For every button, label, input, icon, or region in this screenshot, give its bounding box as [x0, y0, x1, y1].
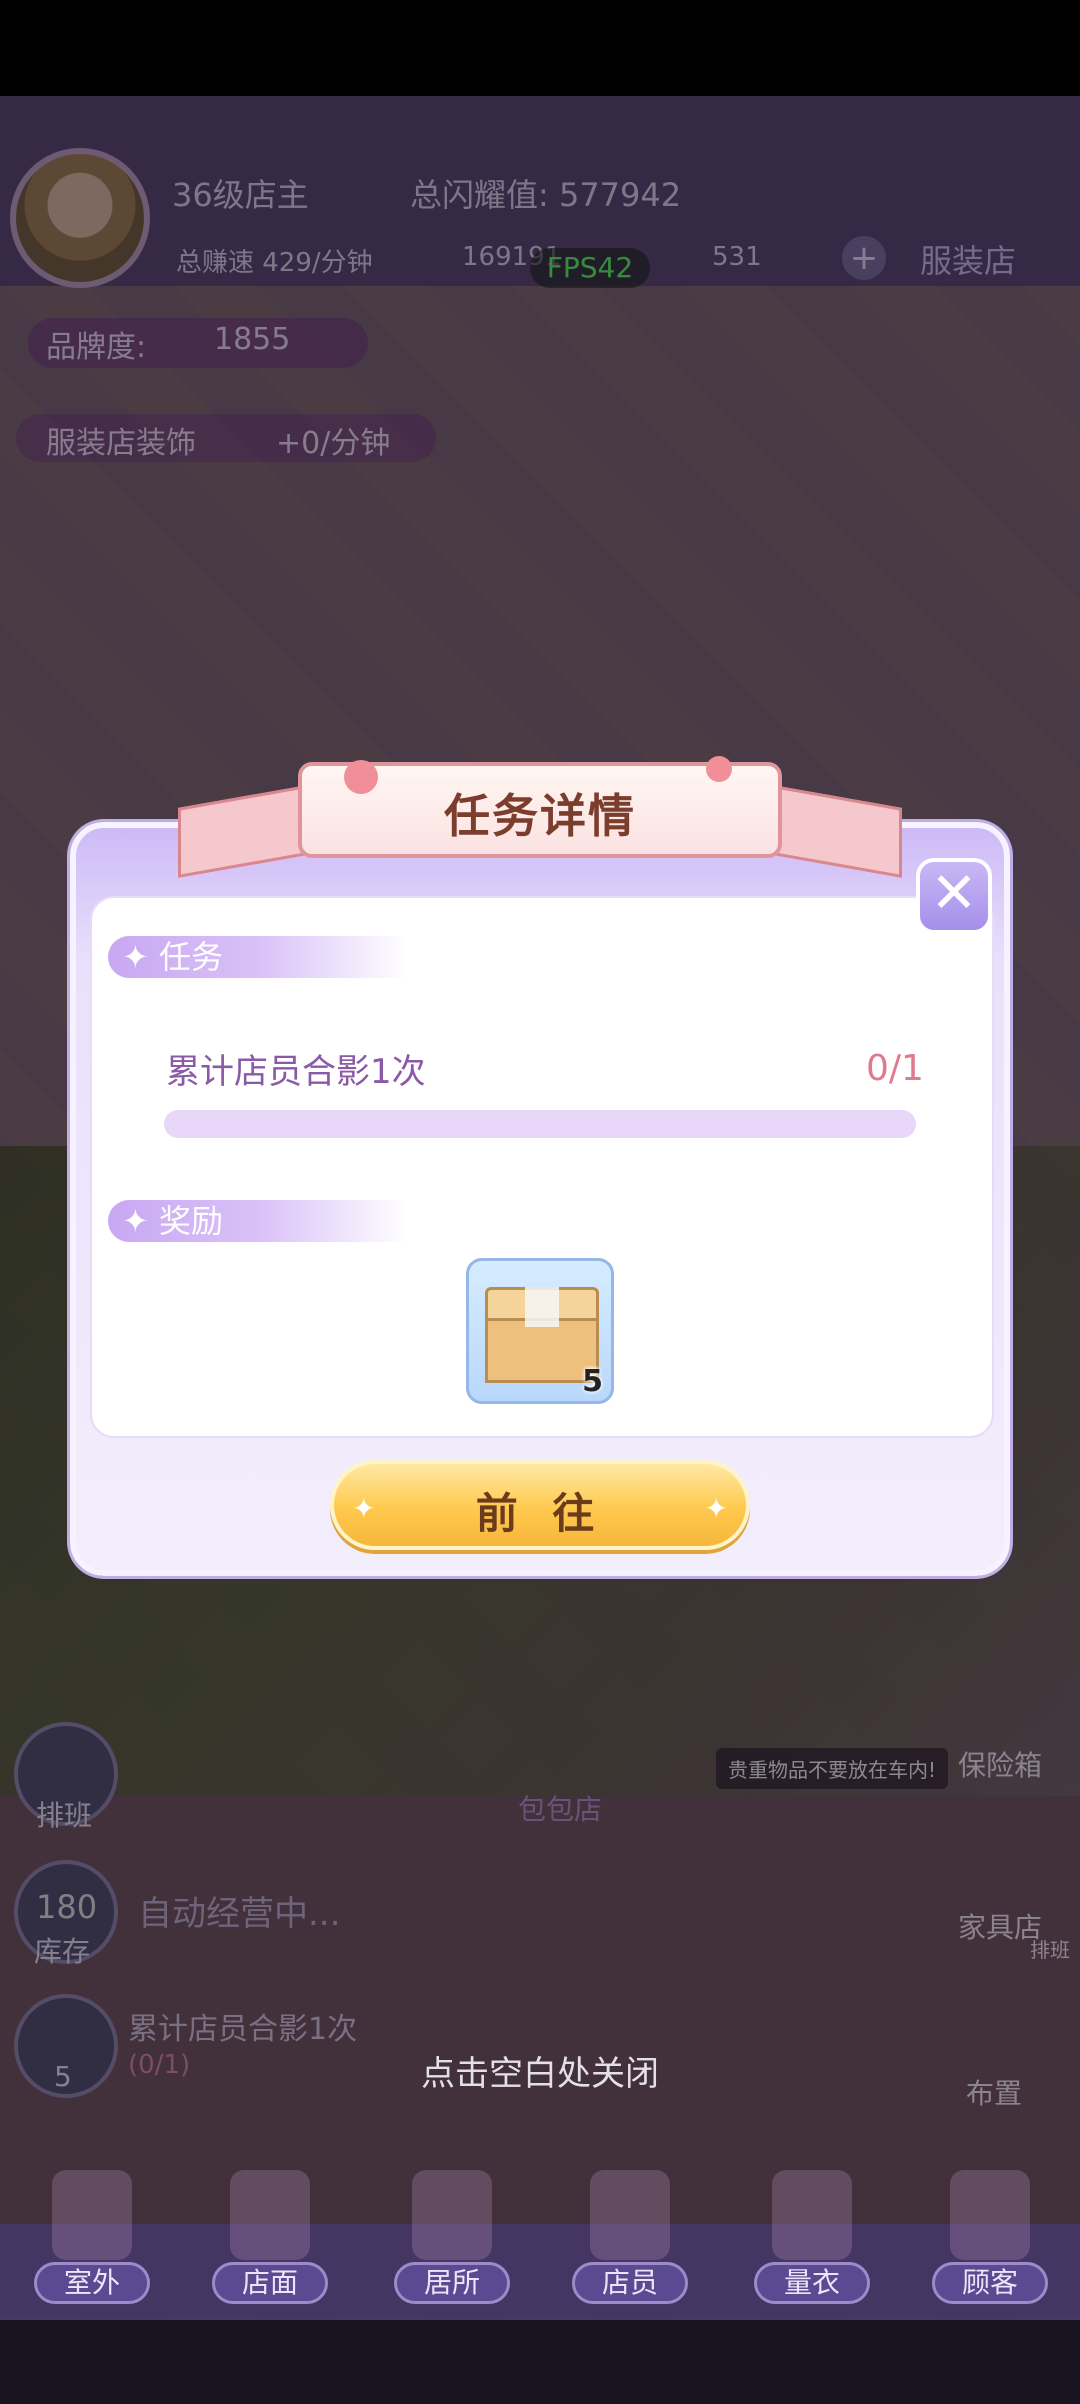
sparkle-icon: ✦ — [704, 1492, 728, 1525]
tape-measure-icon — [772, 2170, 852, 2260]
reward-item[interactable]: 5 — [466, 1258, 614, 1404]
nav-measure-label: 量衣 — [754, 2262, 870, 2304]
nav-storefront-label: 店面 — [212, 2262, 328, 2304]
nav-measure[interactable]: 量衣 — [742, 2170, 882, 2310]
nav-residence[interactable]: 居所 — [382, 2170, 522, 2310]
close-icon[interactable]: ✕ — [916, 858, 992, 934]
nav-staff-label: 店员 — [572, 2262, 688, 2304]
shopping-bag-icon — [950, 2170, 1030, 2260]
nav-outdoor[interactable]: 室外 — [22, 2170, 162, 2310]
task-section-header: ✦ 任务 — [108, 936, 408, 978]
nav-customers[interactable]: 顾客 — [920, 2170, 1060, 2310]
task-section-label: 任务 — [158, 938, 223, 976]
reward-count: 5 — [582, 1364, 603, 1399]
flower-icon — [344, 760, 378, 794]
task-description: 累计店员合影1次 — [166, 1052, 426, 1092]
nav-outdoor-label: 室外 — [34, 2262, 150, 2304]
task-progress-bar — [164, 1110, 916, 1138]
system-nav-area — [0, 2320, 1080, 2404]
nav-staff[interactable]: 店员 — [560, 2170, 700, 2310]
bottom-nav-bar — [0, 2224, 1080, 2320]
title-ribbon: 任务详情 — [178, 752, 902, 878]
nav-customers-label: 顾客 — [932, 2262, 1048, 2304]
reward-section-label: 奖励 — [158, 1202, 223, 1240]
go-button[interactable]: ✦ 前 往 ✦ — [330, 1460, 750, 1550]
house-icon — [412, 2170, 492, 2260]
nav-storefront[interactable]: 店面 — [200, 2170, 340, 2310]
status-bar-area — [0, 0, 1080, 96]
close-hint: 点击空白处关闭 — [421, 2054, 659, 2094]
nav-residence-label: 居所 — [394, 2262, 510, 2304]
palm-tree-icon — [52, 2170, 132, 2260]
task-progress-text: 0/1 — [866, 1048, 924, 1089]
go-button-label: 前 往 — [475, 1489, 605, 1538]
reward-section-header: ✦ 奖励 — [108, 1200, 408, 1242]
shirt-icon — [230, 2170, 310, 2260]
flower-icon — [706, 756, 732, 782]
staff-avatar-icon — [590, 2170, 670, 2260]
